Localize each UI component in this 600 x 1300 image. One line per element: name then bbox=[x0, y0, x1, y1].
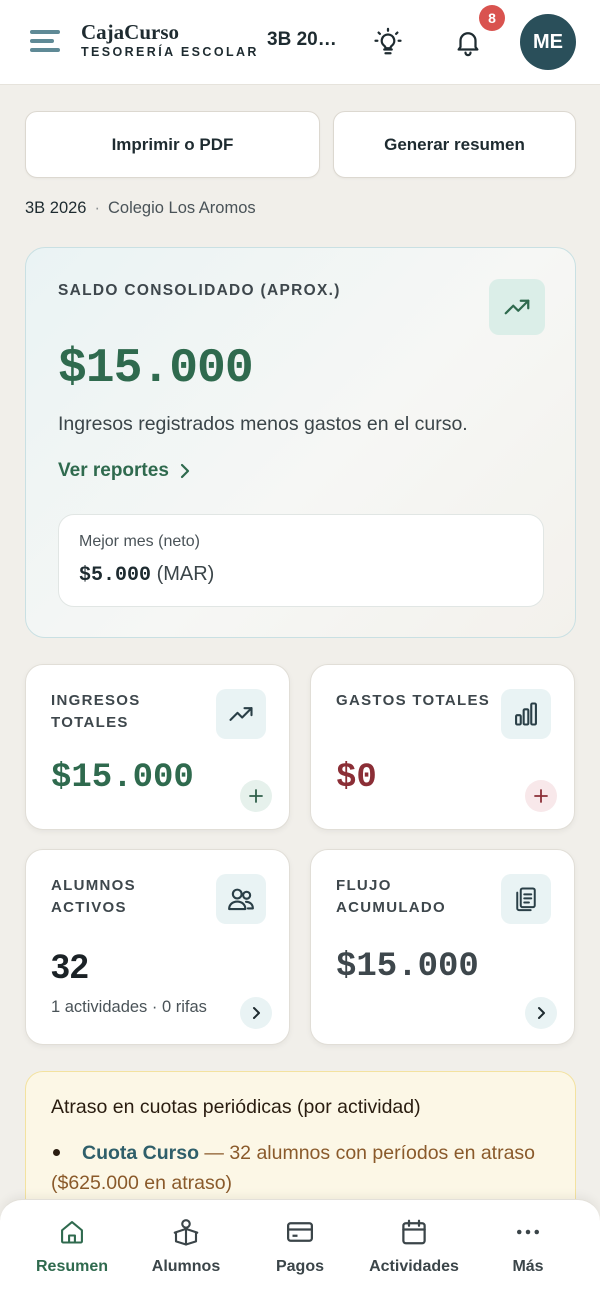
balance-card: SALDO CONSOLIDADO (APROX.) $15.000 Ingre… bbox=[25, 247, 576, 638]
overdue-activity-name: Cuota Curso bbox=[82, 1142, 199, 1164]
top-bar: CajaCurso TESORERÍA ESCOLAR 3B 20… 8 ME bbox=[0, 0, 600, 85]
students-card[interactable]: ALUMNOS ACTIVOS 32 1 actividades · 0 rif… bbox=[25, 849, 290, 1045]
balance-label: SALDO CONSOLIDADO (APROX.) bbox=[58, 282, 341, 299]
menu-icon[interactable] bbox=[30, 30, 60, 52]
clipboard-icon bbox=[501, 874, 551, 924]
income-card[interactable]: INGRESOS TOTALES $15.000 bbox=[25, 664, 290, 830]
nav-item-actividades[interactable]: Actividades bbox=[359, 1214, 469, 1276]
students-icon bbox=[131, 1214, 241, 1250]
breadcrumb-separator: · bbox=[94, 199, 100, 217]
income-value: $15.000 bbox=[51, 759, 194, 797]
calendar-icon bbox=[359, 1214, 469, 1250]
expenses-value: $0 bbox=[336, 759, 377, 797]
students-value: 32 bbox=[51, 948, 89, 986]
balance-description: Ingresos registrados menos gastos en el … bbox=[58, 413, 468, 435]
students-label: ALUMNOS ACTIVOS bbox=[51, 877, 136, 916]
students-details-button[interactable] bbox=[240, 997, 272, 1029]
best-month-month: (MAR) bbox=[156, 563, 215, 585]
best-month-box: Mejor mes (neto) $5.000 (MAR) bbox=[58, 514, 544, 607]
view-reports-link[interactable]: Ver reportes bbox=[58, 460, 193, 482]
bullet-icon bbox=[53, 1149, 60, 1156]
expenses-card[interactable]: GASTOS TOTALES $0 bbox=[310, 664, 575, 830]
breadcrumb-course: 3B 2026 bbox=[25, 199, 87, 217]
cashflow-label: FLUJO ACUMULADO bbox=[336, 877, 447, 916]
nav-label-resumen: Resumen bbox=[35, 1258, 109, 1275]
nav-label-pagos: Pagos bbox=[275, 1258, 324, 1275]
nav-item-resumen[interactable]: Resumen bbox=[17, 1214, 127, 1276]
home-icon bbox=[17, 1214, 127, 1250]
students-subtext: 1 actividades · 0 rifas bbox=[51, 998, 207, 1016]
plus-icon bbox=[534, 789, 548, 803]
brand-subtitle: TESORERÍA ESCOLAR bbox=[81, 45, 259, 59]
cashflow-card[interactable]: FLUJO ACUMULADO $15.000 bbox=[310, 849, 575, 1045]
credit-card-icon bbox=[245, 1214, 355, 1250]
balance-value: $15.000 bbox=[58, 342, 254, 396]
bottom-nav: Resumen Alumnos Pagos Actividades Más bbox=[0, 1199, 600, 1300]
print-pdf-button[interactable]: Imprimir o PDF bbox=[25, 111, 320, 178]
more-icon bbox=[473, 1214, 583, 1250]
breadcrumb-school: Colegio Los Aromos bbox=[107, 199, 256, 217]
add-income-button[interactable] bbox=[240, 780, 272, 812]
plus-icon bbox=[249, 789, 263, 803]
nav-item-pagos[interactable]: Pagos bbox=[245, 1214, 355, 1276]
nav-item-mas[interactable]: Más bbox=[473, 1214, 583, 1276]
best-month-value: $5.000 (MAR) bbox=[79, 563, 214, 587]
chevron-right-icon bbox=[180, 463, 190, 479]
cashflow-value: $15.000 bbox=[336, 948, 479, 986]
expenses-label: GASTOS TOTALES bbox=[336, 692, 491, 709]
users-icon bbox=[216, 874, 266, 924]
lightbulb-icon[interactable] bbox=[371, 25, 405, 59]
nav-item-alumnos[interactable]: Alumnos bbox=[131, 1214, 241, 1276]
income-label: INGRESOS TOTALES bbox=[51, 692, 141, 731]
bell-icon[interactable] bbox=[451, 25, 485, 59]
overdue-alert-title: Atraso en cuotas periódicas (por activid… bbox=[51, 1096, 421, 1118]
generate-summary-button[interactable]: Generar resumen bbox=[333, 111, 576, 178]
chevron-right-icon bbox=[253, 1007, 260, 1019]
overdue-list-item[interactable]: Cuota Curso — 32 alumnos con períodos en… bbox=[51, 1138, 561, 1198]
add-expense-button[interactable] bbox=[525, 780, 557, 812]
brand-logo[interactable]: CajaCurso TESORERÍA ESCOLAR bbox=[81, 21, 259, 59]
nav-label-alumnos: Alumnos bbox=[151, 1258, 221, 1275]
view-reports-label: Ver reportes bbox=[58, 460, 169, 481]
trending-up-icon bbox=[216, 689, 266, 739]
breadcrumb: 3B 2026 · Colegio Los Aromos bbox=[25, 199, 256, 218]
chevron-right-icon bbox=[538, 1007, 545, 1019]
best-month-amount: $5.000 bbox=[79, 564, 152, 587]
trending-up-icon bbox=[489, 279, 545, 335]
avatar[interactable]: ME bbox=[520, 14, 576, 70]
notification-badge: 8 bbox=[479, 5, 505, 31]
course-selector[interactable]: 3B 20… bbox=[267, 29, 337, 51]
bar-chart-icon bbox=[501, 689, 551, 739]
nav-label-actividades: Actividades bbox=[369, 1258, 459, 1275]
nav-label-mas: Más bbox=[512, 1258, 544, 1275]
best-month-label: Mejor mes (neto) bbox=[79, 533, 200, 550]
cashflow-details-button[interactable] bbox=[525, 997, 557, 1029]
brand-name: CajaCurso bbox=[81, 20, 179, 44]
